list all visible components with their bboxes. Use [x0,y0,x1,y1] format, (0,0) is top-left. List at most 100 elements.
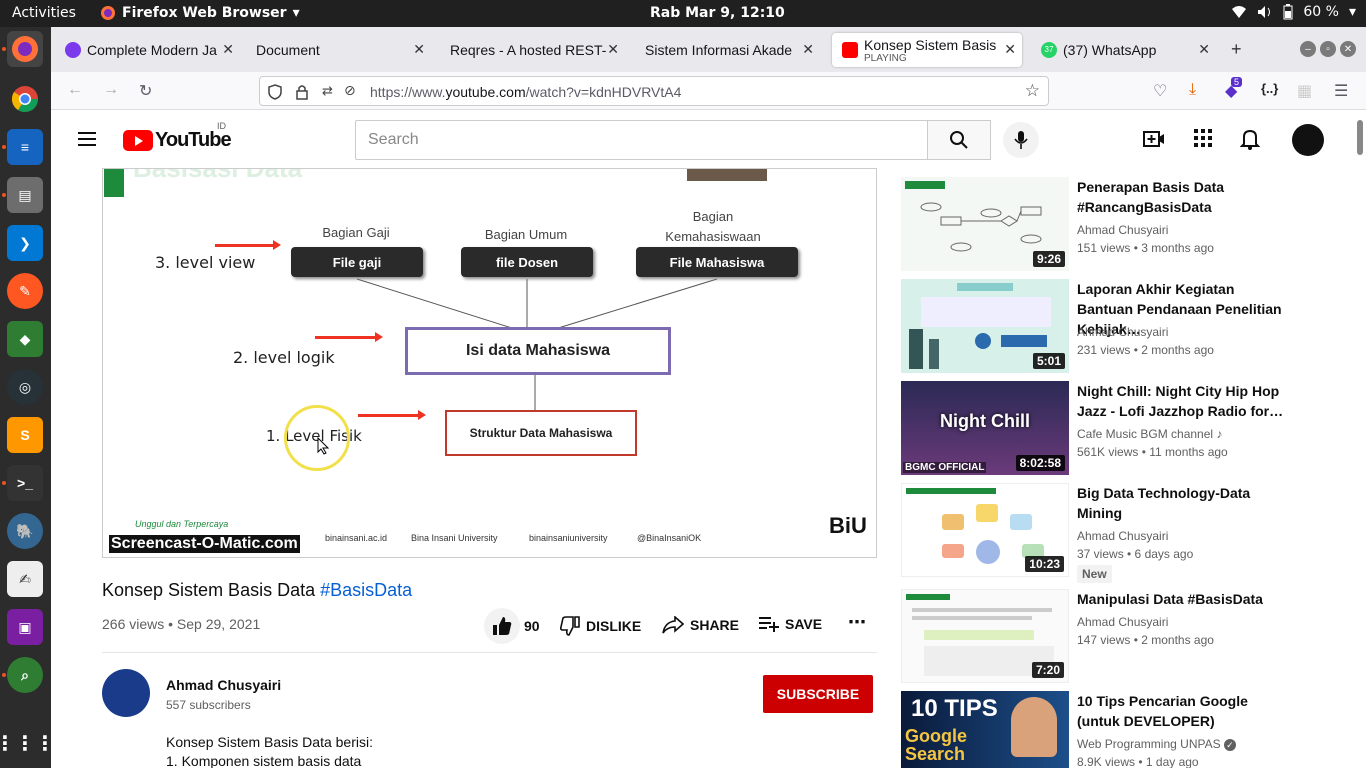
tab-complete-modern[interactable]: Complete Modern Ja ✕ [55,33,240,67]
account-avatar[interactable] [1292,124,1324,156]
tab-reqres[interactable]: Reqres - A hosted REST- ✕ [440,33,625,67]
dock-search-app[interactable]: ⌕ [7,657,43,693]
rec-title[interactable]: Penerapan Basis Data #RancangBasisData [1077,177,1289,217]
create-video-icon[interactable] [1143,128,1165,150]
subscribe-button[interactable]: SUBSCRIBE [763,675,873,713]
pocket-icon[interactable]: ♡ [1153,81,1167,101]
arrow-view [215,240,281,250]
forward-button[interactable]: → [103,81,119,99]
rec-title[interactable]: Big Data Technology-Data Mining [1077,483,1289,523]
search-input[interactable]: Search [355,120,928,160]
video-hashtag-link[interactable]: #BasisData [320,580,412,600]
rec-thumbnail[interactable]: 5:01 [901,279,1069,373]
bookmark-star-icon[interactable]: ☆ [1025,81,1040,101]
rec-video-3[interactable]: Night Chill BGMC OFFICIAL 8:02:58 Night … [901,381,1351,475]
apps-grid-icon[interactable] [1193,128,1213,148]
channel-avatar[interactable] [102,669,150,717]
tab-document[interactable]: Document ✕ [246,33,431,67]
music-note-icon: ♪ [1216,427,1223,441]
like-button[interactable]: 90 [492,616,540,636]
rec-thumbnail[interactable]: 7:20 [901,589,1069,683]
guide-menu-icon[interactable] [78,132,96,150]
lock-icon[interactable] [296,84,308,100]
thumb-text: 10 TIPS [911,695,998,722]
rec-thumbnail[interactable]: 10:23 [901,483,1069,577]
rec-channel[interactable]: Ahmad Chusyairi [1077,223,1168,237]
dock-android-studio[interactable]: ◆ [7,321,43,357]
dock-pgadmin[interactable]: 🐘 [7,513,43,549]
dock-firefox[interactable] [7,31,43,67]
close-icon[interactable]: ✕ [607,41,619,58]
rec-title[interactable]: Night Chill: Night City Hip Hop Jazz - L… [1077,381,1289,421]
dock-postman[interactable]: ✎ [7,273,43,309]
rec-thumbnail[interactable]: 9:26 [901,177,1069,271]
rec-video-1[interactable]: 9:26 Penerapan Basis Data #RancangBasisD… [901,177,1351,271]
voice-search-button[interactable] [1003,122,1039,158]
footer-instagram: binainsaniuniversity [529,533,608,543]
rec-channel[interactable]: Ahmad Chusyairi [1077,529,1168,543]
search-button[interactable] [927,120,991,160]
shield-icon[interactable] [268,84,282,100]
app-menu[interactable]: Firefox Web Browser ▾ [100,5,300,21]
dock-text-editor[interactable]: ✍ [7,561,43,597]
tab-whatsapp[interactable]: 37 (37) WhatsApp ✕ [1031,33,1216,67]
page-scrollbar[interactable] [1357,120,1363,155]
rec-channel[interactable]: Ahmad Chusyairi [1077,325,1168,339]
tab-bar: Complete Modern Ja ✕ Document ✕ Reqres -… [51,27,1366,72]
dock-vscode[interactable]: ❯ [7,225,43,261]
dock-writer[interactable]: ≡ [7,129,43,165]
rec-thumbnail[interactable]: Night Chill BGMC OFFICIAL 8:02:58 [901,381,1069,475]
rec-channel-wrap[interactable]: Cafe Music BGM channel ♪ [1077,427,1222,441]
rec-video-4[interactable]: 10:23 Big Data Technology-Data Mining Ah… [901,483,1351,583]
rec-channel[interactable]: Cafe Music BGM channel [1077,427,1213,441]
close-icon[interactable]: ✕ [1198,41,1210,58]
thumbs-up-icon [493,617,512,635]
dock-sublime[interactable]: S [7,417,43,453]
rec-channel-wrap[interactable]: Web Programming UNPAS ✓ [1077,737,1236,751]
rec-title[interactable]: Manipulasi Data #BasisData [1077,589,1289,609]
json-viewer-icon[interactable]: {..} [1261,81,1278,96]
new-tab-button[interactable]: + [1231,39,1242,60]
channel-name[interactable]: Ahmad Chusyairi [166,677,281,693]
extension-grid-icon[interactable]: ▦ [1297,81,1312,101]
hamburger-menu-icon[interactable]: ☰ [1334,81,1348,101]
downloads-icon[interactable]: ⤓ [1189,81,1196,99]
dislike-button[interactable]: DISLIKE [560,616,641,636]
dock-gitkraken[interactable]: ◎ [7,369,43,405]
system-tray[interactable]: 60 % ▾ [1231,4,1356,20]
share-button[interactable]: SHARE [662,616,739,634]
rec-video-6[interactable]: 10 TIPS Google Search 10 Tips Pencarian … [901,691,1351,768]
reload-button[interactable]: ↻ [139,81,152,101]
activities-button[interactable]: Activities [12,5,76,21]
dock-video-editor[interactable]: ▣ [7,609,43,645]
close-icon[interactable]: ✕ [222,41,234,58]
close-icon[interactable]: ✕ [413,41,425,58]
back-button[interactable]: ← [67,81,83,99]
url-bar[interactable]: ⇄ ⊘ https://www.youtube.com/watch?v=kdnH… [259,76,1049,106]
rec-video-2[interactable]: 5:01 Laporan Akhir Kegiatan Bantuan Pend… [901,279,1351,373]
dock-files[interactable]: ▤ [7,177,43,213]
close-icon[interactable]: ✕ [802,41,814,58]
close-icon[interactable]: ✕ [1004,41,1016,58]
close-window-button[interactable]: ✕ [1340,41,1356,57]
rec-thumbnail[interactable]: 10 TIPS Google Search [901,691,1069,768]
rec-video-5[interactable]: 7:20 Manipulasi Data #BasisData Ahmad Ch… [901,589,1351,683]
notifications-bell-icon[interactable] [1240,128,1260,150]
tab-konsep-sistem-basis[interactable]: Konsep Sistem Basis PLAYING ✕ [832,33,1022,67]
autoplay-blocked-icon[interactable]: ⊘ [344,82,356,99]
tab-sistem-informasi[interactable]: Sistem Informasi Akade ✕ [635,33,820,67]
rec-channel[interactable]: Web Programming UNPAS [1077,737,1221,751]
dock-terminal[interactable]: >_ [7,465,43,501]
maximize-button[interactable]: ▫ [1320,41,1336,57]
minimize-button[interactable]: – [1300,41,1316,57]
youtube-logo[interactable]: YouTube ID [123,121,232,152]
dock-chrome[interactable] [7,81,43,117]
permissions-icon[interactable]: ⇄ [322,83,333,99]
video-player[interactable]: Basisasi Data Bagian Gaji Bagian Umum Ba… [102,168,877,558]
show-apps-button[interactable]: ⋮⋮⋮ [0,725,55,761]
rec-title[interactable]: 10 Tips Pencarian Google (untuk DEVELOPE… [1077,691,1289,731]
rec-channel[interactable]: Ahmad Chusyairi [1077,615,1168,629]
clock[interactable]: Rab Mar 9, 12:10 [650,5,785,21]
save-button[interactable]: SAVE [759,616,822,632]
more-actions-icon[interactable]: ⋯ [848,612,866,633]
